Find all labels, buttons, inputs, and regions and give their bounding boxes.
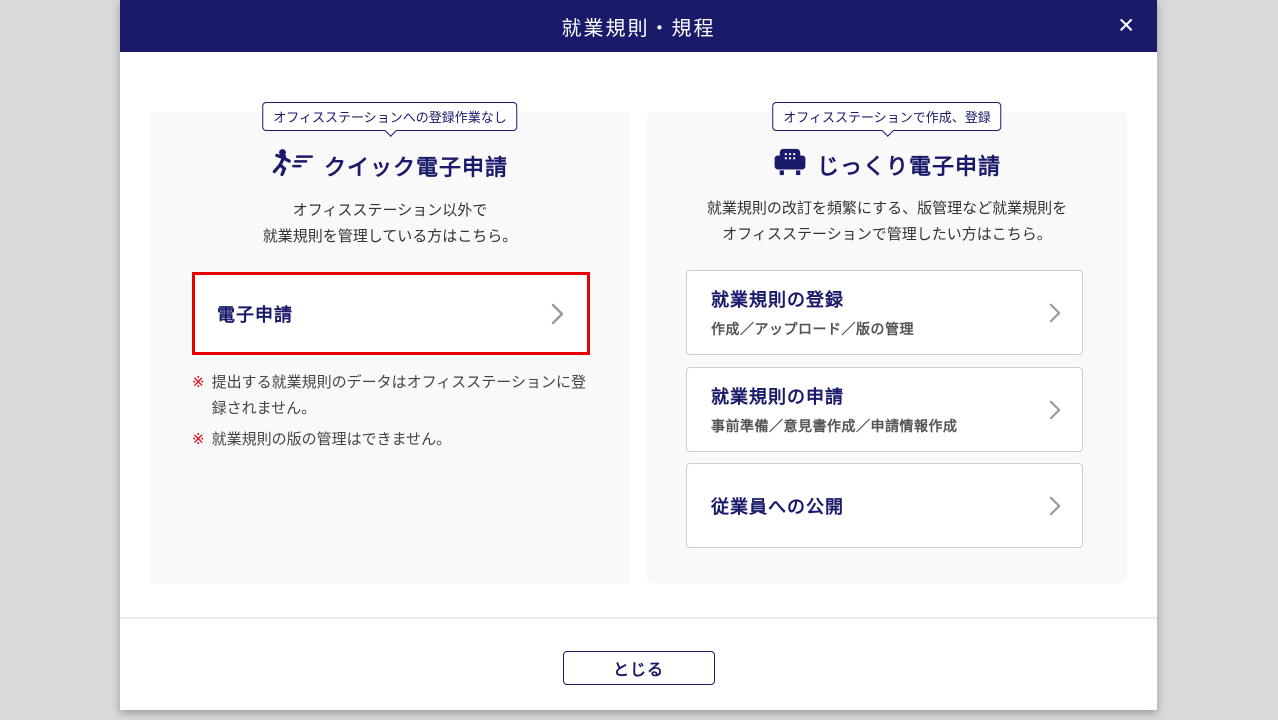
thorough-panel-description: 就業規則の改訂を頻繁にする、版管理など就業規則を オフィスステーションで管理した… — [706, 200, 1068, 244]
quick-panel-title: クイック電子申請 — [323, 155, 508, 180]
running-person-icon — [272, 148, 314, 184]
quick-panel-notes: ※ 提出する就業規則のデータはオフィスステーションに登録されません。 ※ 就業規… — [192, 370, 594, 457]
modal-title: 就業規則・規程 — [561, 17, 716, 40]
quick-panel-title-row: クイック電子申請 — [150, 148, 630, 184]
sofa-icon — [773, 148, 807, 182]
work-rules-application-button[interactable]: 就業規則の申請 事前準備／意見書作成／申請情報作成 — [686, 367, 1083, 452]
chevron-right-icon — [1048, 495, 1062, 517]
button-title: 就業規則の申請 — [711, 387, 844, 407]
note-text: 提出する就業規則のデータはオフィスステーションに登録されません。 — [211, 374, 586, 418]
footer-divider — [120, 617, 1157, 619]
modal-header: 就業規則・規程 ✕ — [120, 0, 1157, 52]
thorough-panel-title-row: じっくり電子申請 — [647, 148, 1127, 182]
e-application-button-label: 電子申請 — [217, 304, 293, 325]
chevron-right-icon — [1048, 399, 1062, 421]
quick-panel-description: オフィスステーション以外で 就業規則を管理している方はこちら。 — [262, 202, 518, 246]
note-text: 就業規則の版の管理はできません。 — [211, 430, 452, 448]
note-asterisk: ※ — [192, 430, 205, 448]
note-item: ※ 就業規則の版の管理はできません。 — [192, 427, 594, 453]
work-rules-modal: 就業規則・規程 ✕ オフィスステーションへの登録作業なし クイック電子申請 オフ… — [120, 0, 1157, 710]
button-subtitle: 事前準備／意見書作成／申請情報作成 — [711, 418, 958, 434]
chevron-right-icon — [1048, 302, 1062, 324]
thorough-panel-title: じっくり電子申請 — [816, 154, 1001, 179]
quick-application-panel: オフィスステーションへの登録作業なし クイック電子申請 オフィスステーション以外… — [150, 102, 630, 583]
button-subtitle: 作成／アップロード／版の管理 — [711, 321, 914, 337]
work-rules-registration-button[interactable]: 就業規則の登録 作成／アップロード／版の管理 — [686, 270, 1083, 355]
e-application-button[interactable]: 電子申請 — [192, 272, 590, 355]
note-item: ※ 提出する就業規則のデータはオフィスステーションに登録されません。 — [192, 370, 594, 423]
button-title: 就業規則の登録 — [711, 290, 844, 310]
close-button[interactable]: とじる — [562, 651, 715, 685]
quick-panel-badge: オフィスステーションへの登録作業なし — [262, 102, 518, 131]
chevron-right-icon — [550, 302, 565, 326]
button-title: 従業員への公開 — [711, 496, 844, 517]
thorough-panel-badge: オフィスステーションで作成、登録 — [772, 102, 1002, 131]
note-asterisk: ※ — [192, 374, 205, 391]
thorough-application-panel: オフィスステーションで作成、登録 じっくり電子申請 就業規則の改訂を頻繁にする、… — [647, 102, 1127, 583]
employee-publication-button[interactable]: 従業員への公開 — [686, 463, 1083, 548]
close-icon[interactable]: ✕ — [1113, 12, 1139, 41]
